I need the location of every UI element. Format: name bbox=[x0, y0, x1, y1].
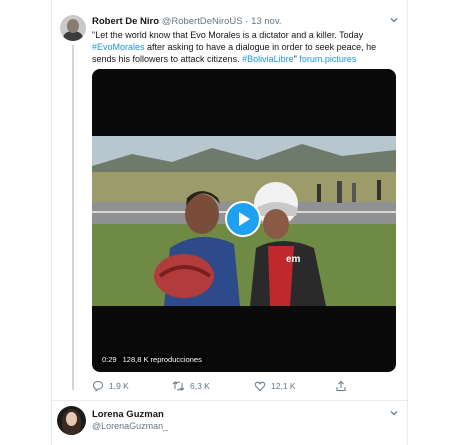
reply-author-name[interactable]: Lorena Guzman bbox=[92, 409, 164, 420]
like-count: 12,1 K bbox=[271, 381, 296, 391]
video-stats: 0:29 128,8 K reproducciones bbox=[98, 354, 206, 366]
retweet-button[interactable]: 6,3 K bbox=[172, 380, 210, 392]
author-handle[interactable]: @RobertDeNiroUS bbox=[162, 16, 243, 27]
video-overlay-text: em bbox=[286, 254, 301, 265]
thread-line bbox=[72, 45, 74, 390]
video-views: 128,8 K reproducciones bbox=[122, 355, 202, 364]
tweet-header: Robert De Niro @RobertDeNiroUS · 13 nov. bbox=[92, 16, 282, 27]
retweet-icon bbox=[172, 381, 185, 391]
author-name[interactable]: Robert De Niro bbox=[92, 16, 159, 27]
separator: · bbox=[245, 16, 249, 27]
like-icon bbox=[254, 381, 266, 392]
share-button[interactable] bbox=[335, 380, 352, 392]
play-button[interactable] bbox=[225, 201, 261, 237]
reply-count: 1,9 K bbox=[109, 381, 129, 391]
chevron-down-icon[interactable] bbox=[389, 15, 399, 28]
video-player[interactable]: em 0:29 128,8 K reproducciones bbox=[92, 69, 396, 372]
author-avatar[interactable] bbox=[60, 15, 86, 41]
hashtag-bolivialibre[interactable]: #BoliviaLibre bbox=[242, 54, 294, 64]
reply-author-handle[interactable]: @LorenaGuzman_ bbox=[92, 421, 168, 431]
chevron-down-icon[interactable] bbox=[389, 408, 399, 421]
video-duration: 0:29 bbox=[102, 355, 117, 364]
reply-avatar[interactable] bbox=[57, 406, 86, 435]
tweet-text: "Let the world know that Evo Morales is … bbox=[92, 29, 387, 65]
tweet-actions: 1,9 K 6,3 K 12,1 K bbox=[0, 380, 460, 394]
play-icon bbox=[239, 212, 250, 226]
share-icon bbox=[336, 380, 346, 391]
like-button[interactable]: 12,1 K bbox=[254, 380, 296, 392]
tweet-link[interactable]: forum.pictures bbox=[299, 54, 356, 64]
tweet-divider bbox=[52, 400, 407, 401]
retweet-count: 6,3 K bbox=[190, 381, 210, 391]
hashtag-evomorales[interactable]: #EvoMorales bbox=[92, 42, 145, 52]
reply-button[interactable]: 1,9 K bbox=[92, 380, 129, 392]
tweet-date[interactable]: 13 nov. bbox=[251, 16, 281, 27]
reply-icon bbox=[92, 380, 104, 392]
tweet-text-part: "Let the world know that Evo Morales is … bbox=[92, 30, 364, 40]
